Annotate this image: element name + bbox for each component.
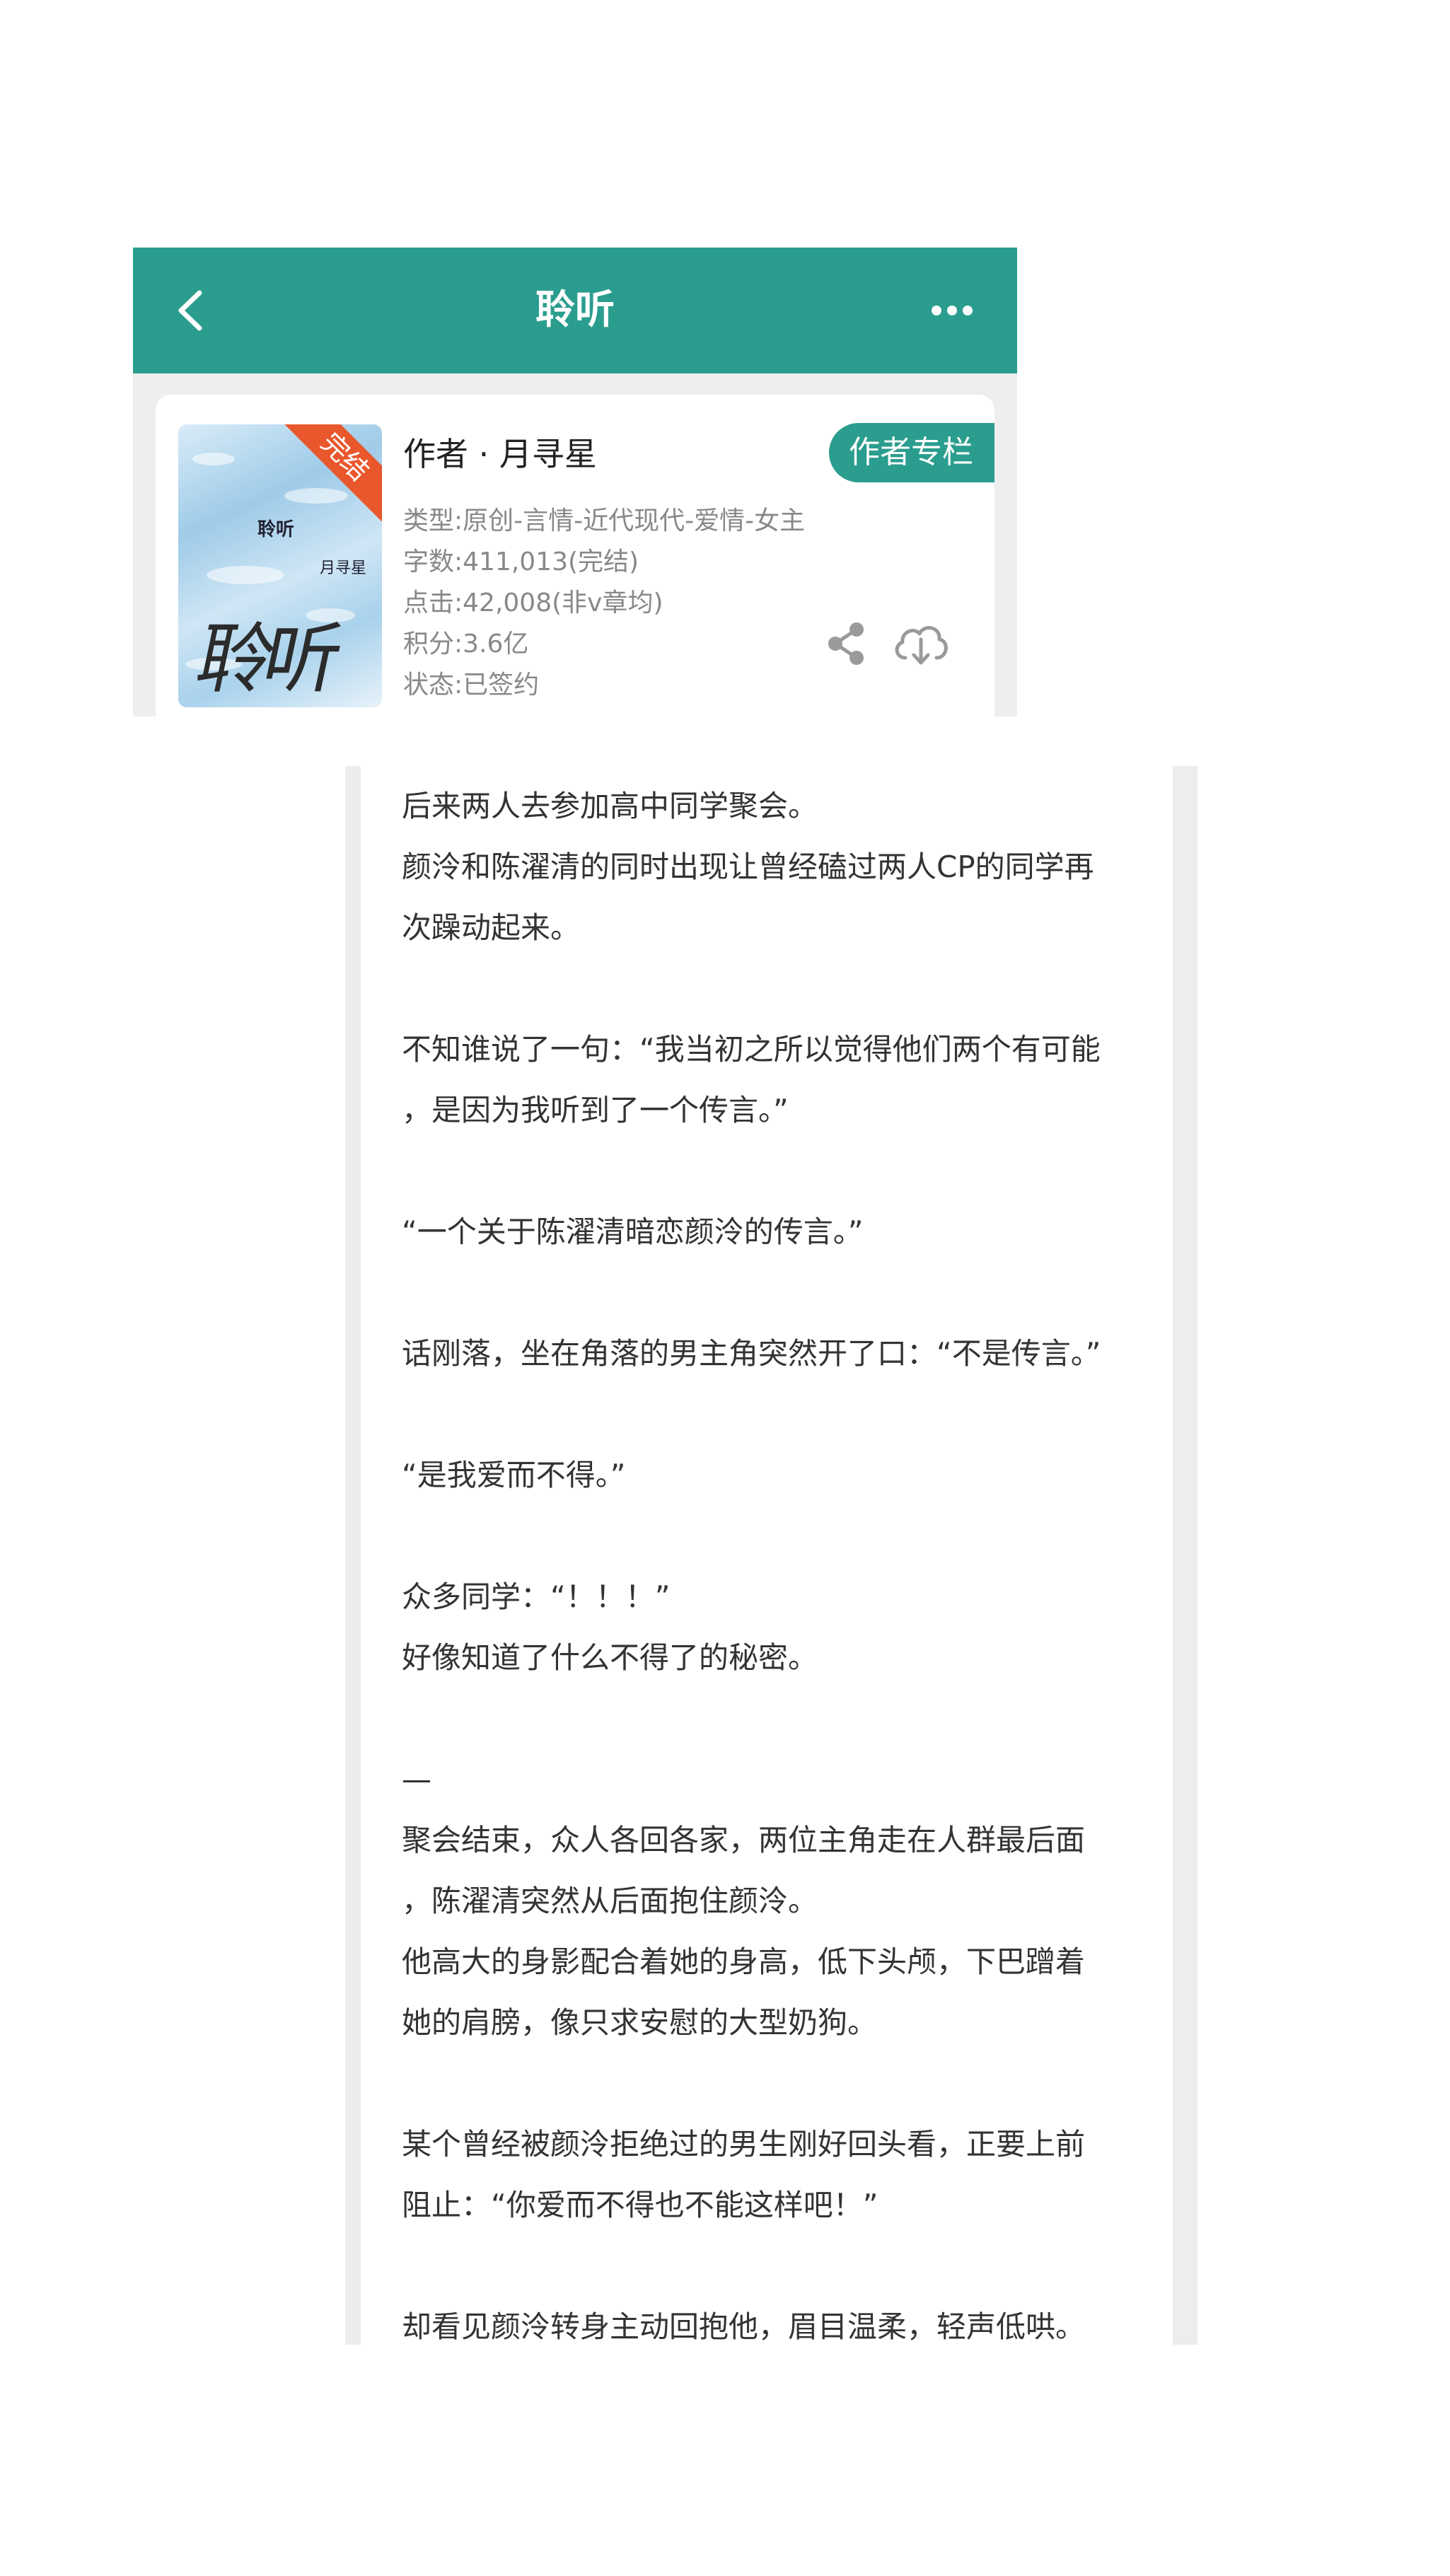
book-cover[interactable]: 聆听 月寻星 聆听 完结 xyxy=(178,424,382,707)
meta-score: 积分:3.6亿 xyxy=(403,630,529,658)
page-title: 聆听 xyxy=(535,287,615,333)
text-line: 后来两人去参加高中同学聚会。 xyxy=(402,789,818,823)
text-line: — xyxy=(402,1762,431,1797)
text-line: ，是因为我听到了一个传言。” xyxy=(402,1093,789,1127)
reader-panel[interactable]: 后来两人去参加高中同学聚会。 颜泠和陈濯清的同时出现让曾经磕过两人CP的同学再 … xyxy=(345,766,1197,2345)
text-line: 话刚落，坐在角落的男主角突然开了口：“不是传言。” xyxy=(402,1336,1101,1371)
text-line: 他高大的身影配合着她的身高，低下头颅，下巴蹭着 xyxy=(402,1944,1086,1979)
text-line: “是我爱而不得。” xyxy=(402,1458,626,1492)
cloud-download-icon[interactable] xyxy=(891,620,951,666)
text-line: 却看见颜泠转身主动回抱他，眉目温柔，轻声低哄。 xyxy=(402,2309,1086,2344)
book-meta: 类型:原创-言情-近代现代-爱情-女主 字数:411,013(完结) 点击:42… xyxy=(403,501,805,706)
author-name[interactable]: 作者 · 月寻星 xyxy=(403,429,597,475)
cover-calligraphy: 聆听 xyxy=(188,615,341,704)
cover-title: 聆听 xyxy=(257,519,295,540)
chapter-page: 后来两人去参加高中同学聚会。 颜泠和陈濯清的同时出现让曾经磕过两人CP的同学再 … xyxy=(361,766,1173,2345)
text-line: 聚会结束，众人各回各家，两位主角走在人群最后面 xyxy=(402,1823,1086,1857)
completed-ribbon: 完结 xyxy=(276,424,382,526)
nav-bar: 聆听 xyxy=(133,248,1017,373)
meta-type: 类型:原创-言情-近代现代-爱情-女主 xyxy=(403,506,806,535)
meta-status: 状态:已签约 xyxy=(403,671,540,700)
text-line: 颜泠和陈濯清的同时出现让曾经磕过两人CP的同学再 xyxy=(402,849,1094,884)
text-line: 众多同学：“！！！” xyxy=(402,1579,671,1614)
meta-words: 字数:411,013(完结) xyxy=(403,547,639,576)
text-line: 好像知道了什么不得了的秘密。 xyxy=(402,1640,818,1675)
book-info-card: 聆听 月寻星 聆听 完结 作者 · 月寻星 作者专栏 类型:原创-言情-近代现代… xyxy=(156,395,994,716)
author-column-button[interactable]: 作者专栏 xyxy=(829,423,994,482)
cover-author: 月寻星 xyxy=(320,559,367,577)
book-detail-panel: 聆听 聆听 月寻星 聆听 完结 作者 · 月寻星 作者专栏 类型:原创-言情-近… xyxy=(133,248,1017,716)
meta-clicks: 点击:42,008(非v章均) xyxy=(403,588,663,617)
text-line: 次躁动起来。 xyxy=(402,910,581,945)
text-line: 她的肩膀，像只求安慰的大型奶狗。 xyxy=(402,2005,878,2040)
text-line: 阻止：“你爱而不得也不能这样吧！” xyxy=(402,2188,878,2222)
text-line: ，陈濯清突然从后面抱住颜泠。 xyxy=(402,1884,818,1918)
share-icon[interactable] xyxy=(824,621,869,666)
more-dots-icon[interactable] xyxy=(929,293,975,328)
text-line: “一个关于陈濯清暗恋颜泠的传言。” xyxy=(402,1214,864,1249)
text-line: 某个曾经被颜泠拒绝过的男生刚好回头看，正要上前 xyxy=(402,2127,1086,2162)
text-line: 不知谁说了一句：“我当初之所以觉得他们两个有可能 xyxy=(402,1032,1101,1067)
